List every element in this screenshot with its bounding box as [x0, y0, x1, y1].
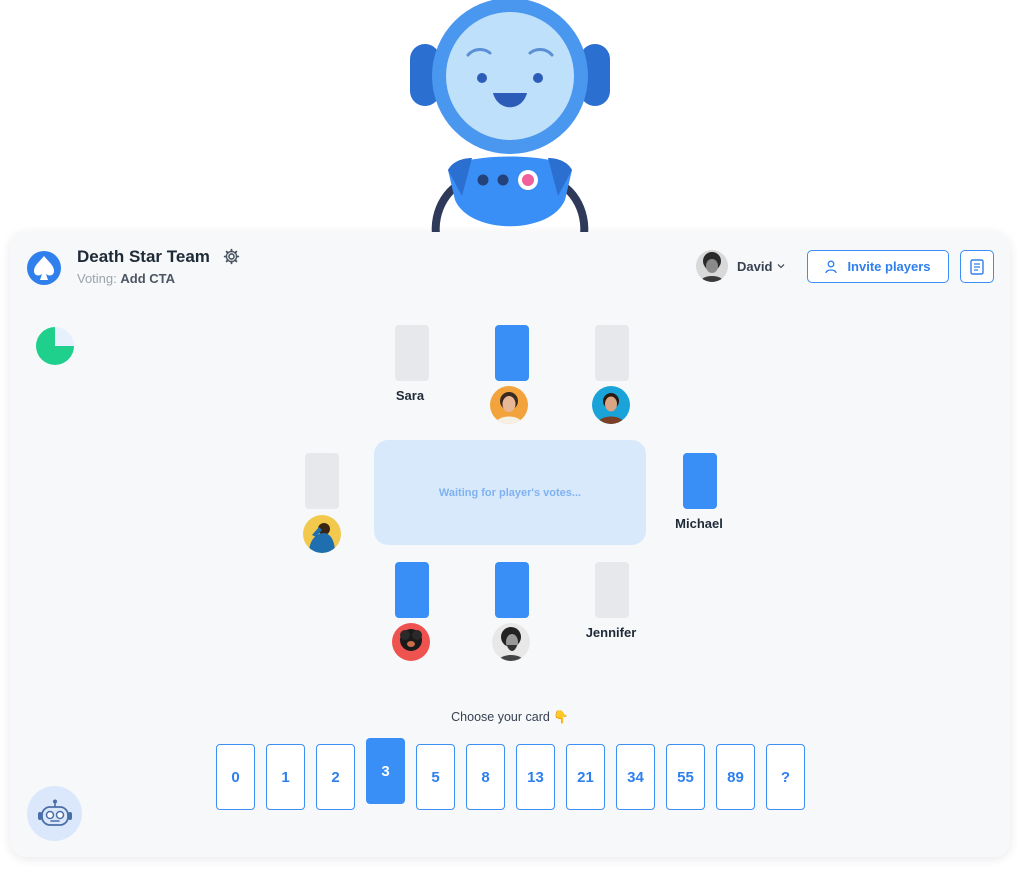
chevron-down-icon — [777, 264, 785, 269]
player-card-jennifer — [595, 562, 629, 618]
player-name-sara: Sara — [395, 388, 425, 403]
voting-prefix: Voting: — [77, 271, 117, 286]
player-avatar — [492, 623, 530, 661]
invite-players-button[interactable]: Invite players — [807, 250, 949, 283]
planning-poker-window: Death Star Team Voting: Add CTA David In… — [10, 232, 1010, 857]
team-name: Death Star Team — [77, 247, 210, 266]
vote-card-13[interactable]: 13 — [516, 744, 555, 810]
gear-icon[interactable] — [223, 248, 240, 265]
user-avatar — [696, 250, 728, 282]
user-add-icon — [825, 260, 838, 273]
vote-card-89[interactable]: 89 — [716, 744, 755, 810]
bot-assistant-button[interactable] — [27, 786, 82, 841]
user-name: David — [737, 258, 773, 274]
player-name-jennifer: Jennifer — [585, 625, 637, 640]
vote-card-1[interactable]: 1 — [266, 744, 305, 810]
robot-icon — [37, 799, 72, 826]
player-name-michael: Michael — [675, 516, 723, 531]
table-status-message: Waiting for player's votes... — [438, 486, 582, 499]
player-card — [305, 453, 339, 509]
player-card — [495, 562, 529, 618]
vote-card-5[interactable]: 5 — [416, 744, 455, 810]
player-card — [595, 325, 629, 381]
poker-table: Waiting for player's votes... — [374, 440, 646, 545]
document-icon — [970, 258, 984, 275]
player-card — [495, 325, 529, 381]
invite-players-label: Invite players — [847, 259, 931, 274]
player-card — [395, 562, 429, 618]
user-menu[interactable]: David — [696, 250, 786, 282]
choose-card-prompt: Choose your card 👇 — [451, 710, 569, 724]
vote-card-0[interactable]: 0 — [216, 744, 255, 810]
player-avatar — [592, 386, 630, 424]
vote-card-3[interactable]: 3 — [366, 738, 405, 804]
timer-icon — [36, 327, 74, 365]
notes-button[interactable] — [960, 250, 994, 283]
voting-status: Voting: Add CTA — [77, 271, 175, 286]
vote-card-34[interactable]: 34 — [616, 744, 655, 810]
vote-card-question[interactable]: ? — [766, 744, 805, 810]
vote-card-55[interactable]: 55 — [666, 744, 705, 810]
vote-card-8[interactable]: 8 — [466, 744, 505, 810]
player-card-sara — [395, 325, 429, 381]
player-avatar — [303, 515, 341, 553]
player-avatar — [490, 386, 528, 424]
spade-logo-icon — [27, 251, 61, 285]
vote-card-21[interactable]: 21 — [566, 744, 605, 810]
vote-card-2[interactable]: 2 — [316, 744, 355, 810]
player-avatar — [392, 623, 430, 661]
voting-item: Add CTA — [120, 271, 176, 286]
player-card-michael — [683, 453, 717, 509]
